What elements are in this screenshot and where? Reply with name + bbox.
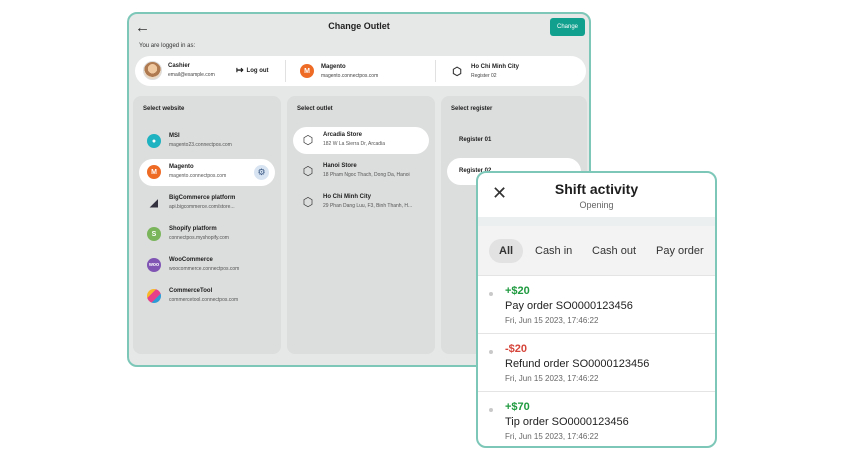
website-column-header: Select website	[143, 106, 185, 112]
box-icon: ⬡	[452, 65, 462, 78]
website-url: commercetool.connectpos.com	[169, 297, 239, 303]
msi-icon: ●	[147, 134, 161, 148]
website-url: api.bigcommerce.com/store...	[169, 204, 235, 210]
entry-time: Fri, Jun 15 2023, 17:46:22	[505, 316, 599, 325]
outlet-address: 182 W La Sierra Dr, Arcadia	[323, 141, 385, 147]
register-item[interactable]: Register 01	[447, 127, 581, 154]
outlet-item-hanoi[interactable]: ⬡ Hanoi Store 18 Pham Ngoc Thach, Dong D…	[293, 158, 429, 185]
logout-icon: ↦	[236, 65, 244, 75]
entry-amount: -$20	[505, 343, 528, 355]
entry-time: Fri, Jun 15 2023, 17:46:22	[505, 374, 599, 383]
bigcommerce-icon: ◢	[150, 197, 158, 209]
website-url: connectpos.myshopify.com	[169, 235, 229, 241]
outlet-item-arcadia[interactable]: ⬡ Arcadia Store 182 W La Sierra Dr, Arca…	[293, 127, 429, 154]
website-name: WooCommerce	[169, 257, 213, 263]
current-platform-url: magento.connectpos.com	[321, 73, 379, 79]
entry-amount: +$70	[505, 401, 530, 413]
website-item-shopify[interactable]: S Shopify platform connectpos.myshopify.…	[139, 221, 275, 248]
top-bar: ← Change Outlet Change	[129, 14, 589, 44]
list-item[interactable]: +$70 Tip order SO0000123456 Fri, Jun 15 …	[478, 392, 715, 446]
website-item-woocommerce[interactable]: woo WooCommerce woocommerce.connectpos.c…	[139, 252, 275, 279]
shopify-icon: S	[147, 227, 161, 241]
user-role: Cashier	[168, 63, 191, 69]
tab-cash-out[interactable]: Cash out	[592, 239, 636, 263]
bullet-icon	[489, 408, 493, 412]
website-name: MSI	[169, 133, 180, 139]
gear-icon[interactable]: ⚙	[254, 165, 269, 180]
entry-description: Tip order SO0000123456	[505, 416, 629, 428]
outlet-column-header: Select outlet	[297, 106, 333, 112]
website-url: magento23.connectpos.com	[169, 142, 232, 148]
entry-time: Fri, Jun 15 2023, 17:46:22	[505, 432, 599, 441]
page-title: Change Outlet	[328, 21, 390, 31]
shift-activity-panel: ✕ Shift activity Opening All Cash in Cas…	[476, 171, 717, 448]
logged-in-label: You are logged in as:	[139, 43, 196, 49]
website-url: woocommerce.connectpos.com	[169, 266, 240, 272]
outlet-item-hcmc[interactable]: ⬡ Ho Chi Minh City 29 Phan Dang Luu, F3,…	[293, 189, 429, 216]
logout-button[interactable]: ↦ Log out	[231, 62, 274, 79]
magento-icon: M	[147, 165, 161, 179]
register-label: Register 01	[459, 137, 492, 143]
list-item[interactable]: +$20 Pay order SO0000123456 Fri, Jun 15 …	[478, 276, 715, 334]
entry-description: Refund order SO0000123456	[505, 358, 650, 370]
entry-description: Pay order SO0000123456	[505, 300, 633, 312]
website-name: Magento	[169, 164, 194, 170]
magento-icon: M	[300, 64, 314, 78]
outlet-name: Ho Chi Minh City	[323, 194, 371, 200]
current-register: Register 02	[471, 73, 497, 79]
box-icon: ⬡	[302, 195, 314, 209]
shift-subtitle: Opening	[579, 200, 614, 210]
website-name: Shopify platform	[169, 226, 217, 232]
change-button[interactable]: Change	[550, 18, 585, 36]
filter-tabs: All Cash in Cash out Pay order	[478, 226, 715, 276]
outlet-name: Arcadia Store	[323, 132, 363, 138]
website-name: BigCommerce platform	[169, 195, 236, 201]
divider	[285, 60, 286, 82]
outlet-name: Hanoi Store	[323, 163, 357, 169]
register-column-header: Select register	[451, 106, 493, 112]
user-email: email@example.com	[168, 72, 215, 78]
website-item-msi[interactable]: ● MSI magento23.connectpos.com	[139, 128, 275, 155]
outlet-address: 29 Phan Dang Luu, F3, Binh Thanh, H...	[323, 203, 413, 209]
entry-amount: +$20	[505, 285, 530, 297]
bullet-icon	[489, 292, 493, 296]
tab-cash-in[interactable]: Cash in	[535, 239, 572, 263]
website-item-magento[interactable]: M Magento magento.connectpos.com ⚙	[139, 159, 275, 186]
tab-pay-order[interactable]: Pay order	[656, 239, 704, 263]
current-platform-name: Magento	[321, 64, 346, 70]
logout-label: Log out	[246, 67, 269, 74]
outlet-address: 18 Pham Ngoc Thach, Dong Da, Hanoi	[323, 172, 410, 178]
outlet-column: Select outlet ⬡ Arcadia Store 182 W La S…	[287, 96, 435, 354]
website-item-commercetool[interactable]: CommerceTool commercetool.connectpos.com	[139, 283, 275, 310]
website-item-bigcommerce[interactable]: ◢ BigCommerce platform api.bigcommerce.c…	[139, 190, 275, 217]
website-url: magento.connectpos.com	[169, 173, 227, 179]
divider	[435, 60, 436, 82]
woocommerce-icon: woo	[147, 258, 161, 272]
box-icon: ⬡	[302, 133, 314, 147]
bullet-icon	[489, 350, 493, 354]
website-name: CommerceTool	[169, 288, 213, 294]
list-item[interactable]: -$20 Refund order SO0000123456 Fri, Jun …	[478, 334, 715, 392]
shift-title: Shift activity	[554, 181, 639, 197]
divider	[478, 217, 715, 226]
commercetool-icon	[147, 289, 161, 303]
website-column: Select website ● MSI magento23.connectpo…	[133, 96, 281, 354]
current-location-name: Ho Chi Minh City	[471, 64, 519, 70]
box-icon: ⬡	[302, 164, 314, 178]
tab-all[interactable]: All	[489, 239, 524, 263]
user-bar: Cashier email@example.com ↦ Log out M Ma…	[135, 56, 586, 86]
avatar	[143, 61, 162, 80]
